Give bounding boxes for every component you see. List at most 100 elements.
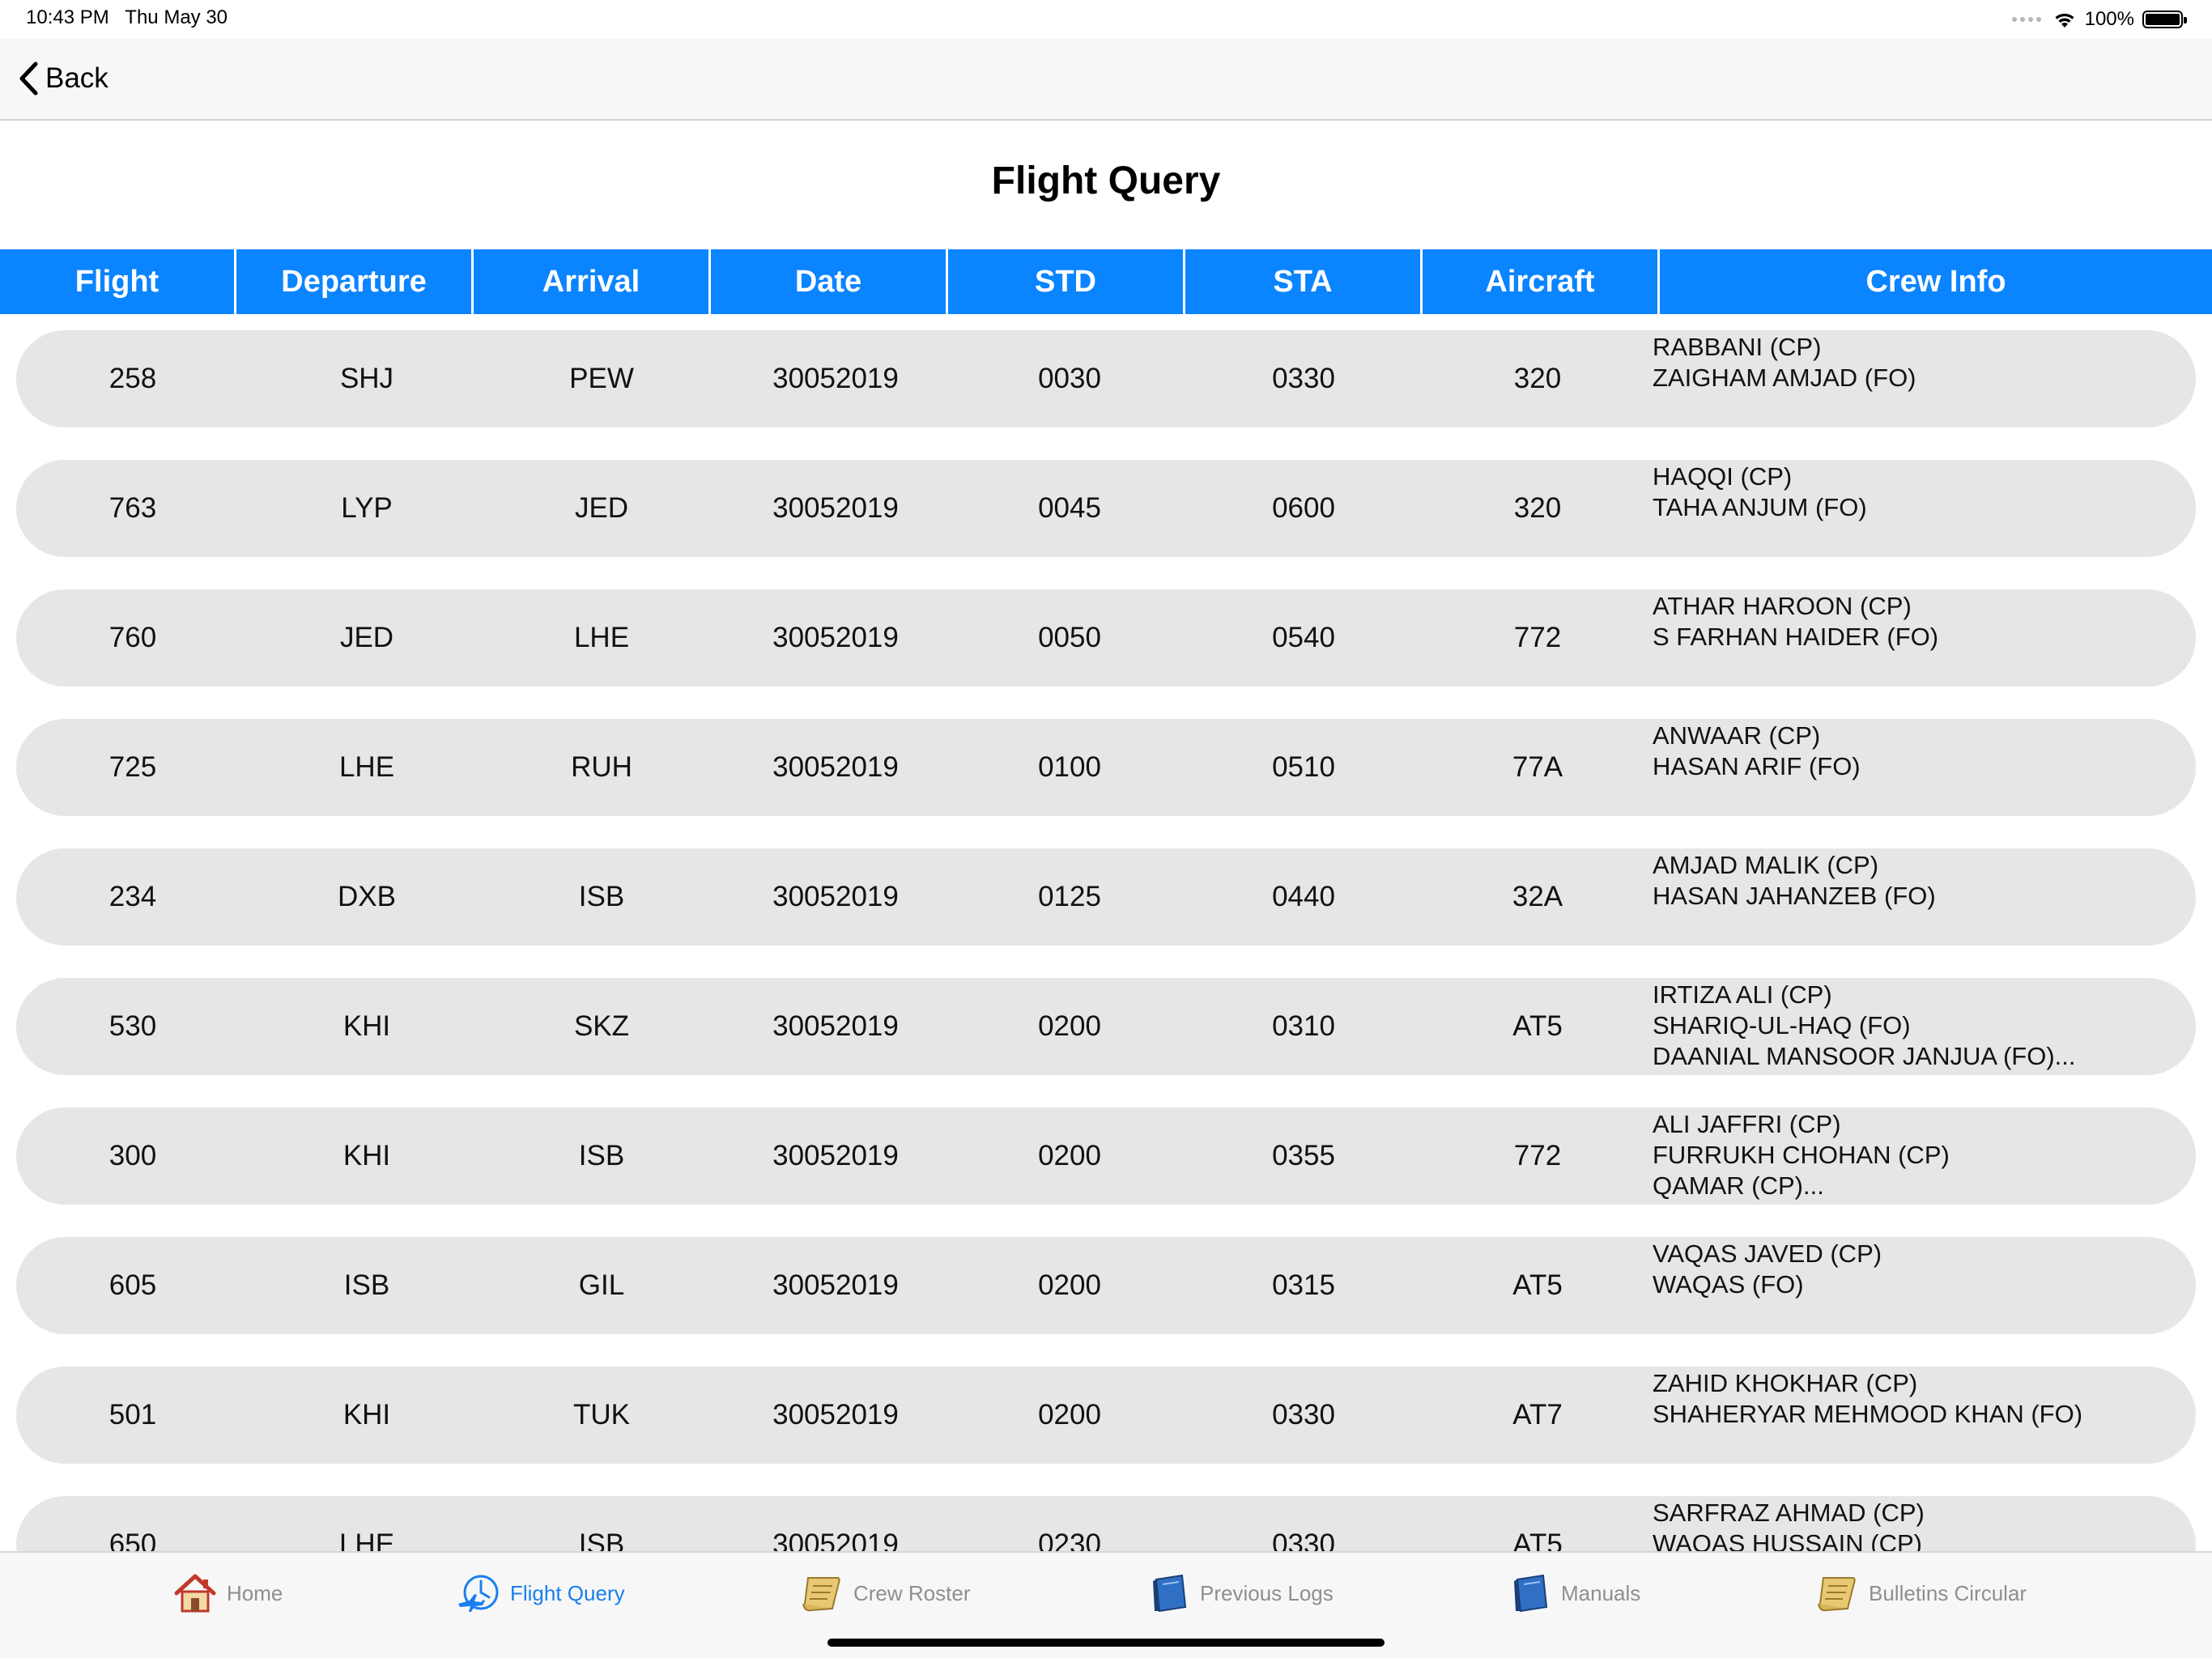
crew-member: WAQAS (FO) xyxy=(1653,1270,1804,1299)
sta-time: 0355 xyxy=(1272,1140,1335,1171)
flight-row[interactable]: 760 JED LHE 30052019 0050 0540 772 ATHAR HAROON… xyxy=(16,589,2196,687)
arrival-code: GIL xyxy=(578,1269,625,1301)
chevron-left-icon xyxy=(19,62,38,96)
std-time: 0125 xyxy=(1038,881,1101,912)
flight-number: 234 xyxy=(108,881,157,912)
status-bar: 10:43 PM Thu May 30 100% xyxy=(0,0,2212,39)
crew-info: ANWAAR (CP) HASAN ARIF (FO) xyxy=(1653,719,1861,816)
aircraft-type: AT7 xyxy=(1512,1399,1563,1431)
tab-flight-query[interactable]: Flight Query xyxy=(457,1569,625,1618)
flight-date: 30052019 xyxy=(772,1010,899,1042)
departure-code: LHE xyxy=(338,751,395,783)
home-icon xyxy=(174,1574,216,1613)
tab-bulletins-circular[interactable]: Bulletins Circular xyxy=(1817,1569,2027,1618)
crew-member: ATHAR HAROON (CP) xyxy=(1653,592,1912,620)
flight-row[interactable]: 530 KHI SKZ 30052019 0200 0310 AT5 IRTIZA ALI (… xyxy=(16,978,2196,1075)
flight-number: 258 xyxy=(108,363,157,394)
std-time: 0230 xyxy=(1038,1528,1101,1553)
flight-number: 300 xyxy=(108,1140,157,1171)
flight-row[interactable]: 234 DXB ISB 30052019 0125 0440 32A AMJAD MALIK … xyxy=(16,848,2196,946)
std-time: 0100 xyxy=(1038,751,1101,783)
std-time: 0030 xyxy=(1038,363,1101,394)
tab-home-label: Home xyxy=(227,1580,283,1605)
crew-member: RABBANI (CP) xyxy=(1653,333,1822,361)
flight-number: 760 xyxy=(108,622,157,653)
scroll-icon xyxy=(1818,1577,1856,1612)
crew-info: HAQQI (CP) TAHA ANJUM (FO) xyxy=(1653,460,1867,557)
wifi-icon xyxy=(2055,13,2074,28)
crew-member: VAQAS JAVED (CP) xyxy=(1653,1239,1882,1268)
std-time: 0200 xyxy=(1038,1399,1101,1431)
crew-member: HASAN JAHANZEB (FO) xyxy=(1653,882,1936,910)
tab-home[interactable]: Home xyxy=(173,1569,283,1618)
sta-time: 0330 xyxy=(1272,363,1335,394)
sta-time: 0315 xyxy=(1272,1269,1335,1301)
flight-row[interactable]: 300 KHI ISB 30052019 0200 0355 772 ALI JAFFRI (… xyxy=(16,1107,2196,1205)
flight-date: 30052019 xyxy=(772,363,899,394)
tab-previous-logs[interactable]: Previous Logs xyxy=(1151,1569,1334,1618)
battery-level xyxy=(2146,14,2180,25)
crew-member: HAQQI (CP) xyxy=(1653,462,1793,491)
column-header-std: STD xyxy=(948,249,1185,314)
tab-flight-query-label: Flight Query xyxy=(510,1580,625,1605)
flight-number: 725 xyxy=(108,751,157,783)
arrival-code: SKZ xyxy=(573,1010,630,1042)
departure-code: KHI xyxy=(342,1010,391,1042)
battery-percent: 100% xyxy=(2084,8,2134,30)
crew-member: S FARHAN HAIDER (FO) xyxy=(1653,623,1939,651)
flight-row[interactable]: 725 LHE RUH 30052019 0100 0510 77A ANWAAR (CP) H… xyxy=(16,719,2196,816)
crew-info: AMJAD MALIK (CP) HASAN JAHANZEB (FO) xyxy=(1653,848,1936,946)
tab-manuals[interactable]: Manuals xyxy=(1512,1569,1640,1618)
departure-code: KHI xyxy=(342,1140,391,1171)
column-header-arrival: Arrival xyxy=(474,249,711,314)
tab-bulletins-circular-label: Bulletins Circular xyxy=(1869,1580,2027,1605)
crew-member: TAHA ANJUM (FO) xyxy=(1653,493,1867,521)
column-header-date: Date xyxy=(711,249,948,314)
flight-row[interactable]: 650 LHE ISB 30052019 0230 0330 AT5 SARFRAZ AHMA… xyxy=(16,1496,2196,1553)
signal-icon xyxy=(2011,17,2041,22)
column-header-crew-info: Crew Info xyxy=(1865,264,2006,299)
back-button[interactable]: Back xyxy=(18,58,108,99)
battery-icon xyxy=(2142,11,2187,28)
crew-member: WAQAS HUSSAIN (CP) xyxy=(1653,1529,1922,1553)
flight-row[interactable]: 605 ISB GIL 30052019 0200 0315 AT5 VAQAS JAVED … xyxy=(16,1237,2196,1334)
aircraft-type: 77A xyxy=(1512,751,1563,783)
std-time: 0200 xyxy=(1038,1010,1101,1042)
tab-previous-logs-label: Previous Logs xyxy=(1200,1580,1334,1605)
flight-number: 763 xyxy=(108,492,157,524)
column-header-flight: Flight xyxy=(0,249,236,314)
crew-member: SHARIQ-UL-HAQ (FO) xyxy=(1653,1011,1911,1039)
aircraft-type: 772 xyxy=(1513,1140,1562,1171)
departure-code: DXB xyxy=(338,881,396,912)
arrival-code: ISB xyxy=(578,1528,625,1553)
crew-info: IRTIZA ALI (CP) SHARIQ-UL-HAQ (FO) DAANIAL… xyxy=(1653,978,2075,1075)
flight-row[interactable]: 763 LYP JED 30052019 0045 0600 320 HAQQI (CP) TA… xyxy=(16,460,2196,557)
screen: 10:43 PM Thu May 30 100% Back Flight Que… xyxy=(0,0,2212,1658)
crew-member: HASAN ARIF (FO) xyxy=(1653,752,1861,780)
aircraft-type: 772 xyxy=(1513,622,1562,653)
std-time: 0200 xyxy=(1038,1140,1101,1171)
flight-number: 530 xyxy=(108,1010,157,1042)
departure-code: ISB xyxy=(343,1269,390,1301)
page-title: Flight Query xyxy=(991,159,1221,202)
crew-member: IRTIZA ALI (CP) xyxy=(1653,980,1832,1009)
arrival-code: TUK xyxy=(573,1399,630,1431)
flight-row[interactable]: 501 KHI TUK 30052019 0200 0330 AT7 ZAHID KHOKHA… xyxy=(16,1367,2196,1464)
flight-date: 30052019 xyxy=(772,1399,899,1431)
crew-member: SARFRAZ AHMAD (CP) xyxy=(1653,1499,1925,1527)
flight-row[interactable]: 258 SHJ PEW 30052019 0030 0330 320 RABBANI (CP)… xyxy=(16,330,2196,427)
crew-info: ATHAR HAROON (CP) S FARHAN HAIDER (FO) xyxy=(1653,589,1938,687)
crew-member: AMJAD MALIK (CP) xyxy=(1653,851,1879,879)
book-icon xyxy=(1153,1574,1187,1613)
crew-member: ANWAAR (CP) xyxy=(1653,721,1821,750)
departure-code: KHI xyxy=(342,1399,391,1431)
aircraft-type: AT5 xyxy=(1512,1528,1563,1553)
crew-member: DAANIAL MANSOOR JANJUA (FO)... xyxy=(1653,1042,2076,1070)
flight-date: 30052019 xyxy=(772,1269,899,1301)
status-indicators: 100% xyxy=(2011,6,2187,32)
tab-crew-roster[interactable]: Crew Roster xyxy=(802,1569,970,1618)
crew-info: ALI JAFFRI (CP) FURRUKH CHOHAN (CP) QAMAR … xyxy=(1653,1107,1950,1205)
arrival-code: RUH xyxy=(571,751,632,783)
home-indicator[interactable] xyxy=(827,1639,1385,1647)
flight-list[interactable]: 258 SHJ PEW 30052019 0030 0330 320 RABBANI (CP)… xyxy=(0,314,2212,1553)
